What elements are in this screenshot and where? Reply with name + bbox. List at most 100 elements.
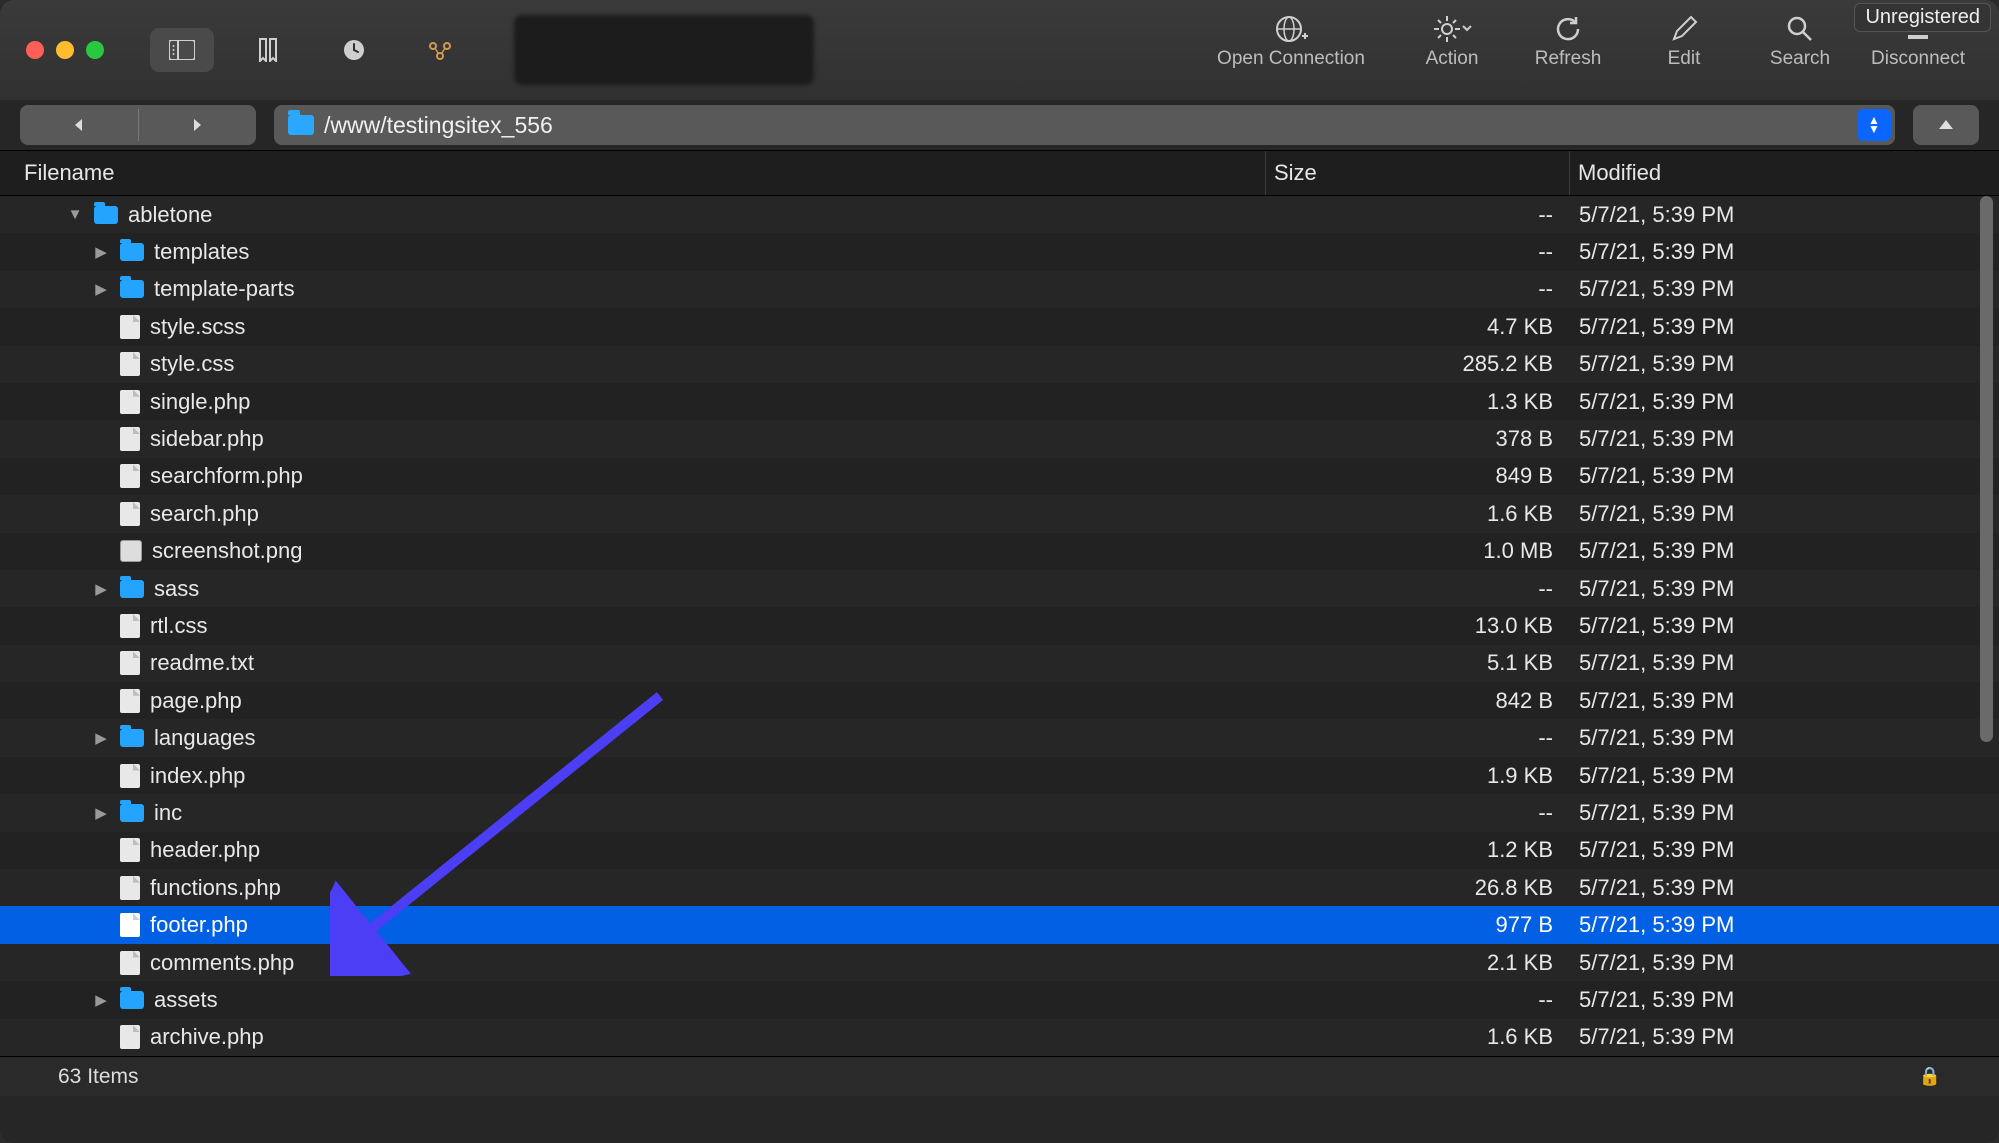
bookmarks-button[interactable] bbox=[236, 28, 300, 72]
open-connection-button[interactable]: Open Connection bbox=[1201, 14, 1381, 70]
file-name: assets bbox=[154, 987, 218, 1013]
file-row[interactable]: style.css285.2 KB5/7/21, 5:39 PM bbox=[0, 346, 1999, 383]
column-header-filename[interactable]: Filename bbox=[0, 160, 1265, 186]
file-row[interactable]: archive.php1.6 KB5/7/21, 5:39 PM bbox=[0, 1019, 1999, 1056]
action-label: Action bbox=[1426, 48, 1479, 70]
file-name: rtl.css bbox=[150, 613, 207, 639]
file-modified: 5/7/21, 5:39 PM bbox=[1569, 613, 1999, 639]
disclosure-triangle[interactable]: ▶ bbox=[92, 991, 110, 1009]
file-row[interactable]: functions.php26.8 KB5/7/21, 5:39 PM bbox=[0, 869, 1999, 906]
nav-forward-button[interactable] bbox=[138, 117, 256, 133]
sidebar-icon bbox=[169, 40, 195, 60]
close-window-button[interactable] bbox=[26, 41, 44, 59]
file-row[interactable]: ▶templates--5/7/21, 5:39 PM bbox=[0, 233, 1999, 270]
file-icon bbox=[120, 764, 140, 788]
file-row[interactable]: ▶template-parts--5/7/21, 5:39 PM bbox=[0, 271, 1999, 308]
file-row[interactable]: page.php842 B5/7/21, 5:39 PM bbox=[0, 682, 1999, 719]
file-size: -- bbox=[1265, 987, 1569, 1013]
file-icon bbox=[120, 838, 140, 862]
disclosure-triangle[interactable]: ▶ bbox=[92, 580, 110, 598]
folder-icon bbox=[288, 115, 314, 135]
refresh-button[interactable]: Refresh bbox=[1523, 14, 1613, 70]
folder-icon bbox=[120, 243, 144, 261]
search-button[interactable]: Search bbox=[1755, 14, 1845, 70]
action-menu-button[interactable]: Action bbox=[1407, 14, 1497, 70]
file-row[interactable]: header.php1.2 KB5/7/21, 5:39 PM bbox=[0, 832, 1999, 869]
file-row[interactable]: rtl.css13.0 KB5/7/21, 5:39 PM bbox=[0, 607, 1999, 644]
path-stepper[interactable]: ▲▼ bbox=[1857, 109, 1891, 141]
search-icon bbox=[1785, 14, 1815, 44]
bookmark-icon bbox=[257, 38, 279, 62]
file-row[interactable]: readme.txt5.1 KB5/7/21, 5:39 PM bbox=[0, 645, 1999, 682]
folder-icon bbox=[120, 991, 144, 1009]
file-name: comments.php bbox=[150, 950, 294, 976]
file-name: header.php bbox=[150, 837, 260, 863]
file-modified: 5/7/21, 5:39 PM bbox=[1569, 837, 1999, 863]
disclosure-triangle[interactable]: ▼ bbox=[66, 206, 84, 223]
go-up-button[interactable] bbox=[1913, 105, 1979, 145]
bonjour-button[interactable] bbox=[408, 28, 472, 72]
file-modified: 5/7/21, 5:39 PM bbox=[1569, 501, 1999, 527]
vertical-scrollbar[interactable] bbox=[1976, 196, 1996, 1054]
file-icon bbox=[120, 427, 140, 451]
file-row[interactable]: searchform.php849 B5/7/21, 5:39 PM bbox=[0, 458, 1999, 495]
file-row[interactable]: ▼abletone--5/7/21, 5:39 PM bbox=[0, 196, 1999, 233]
nav-back-button[interactable] bbox=[20, 117, 138, 133]
scrollbar-thumb[interactable] bbox=[1980, 196, 1993, 742]
triangle-up-icon bbox=[1937, 116, 1955, 134]
file-row[interactable]: ▶assets--5/7/21, 5:39 PM bbox=[0, 981, 1999, 1018]
disclosure-triangle[interactable]: ▶ bbox=[92, 280, 110, 298]
app-window: Unregistered Open C bbox=[0, 0, 1999, 1143]
item-count: 63 Items bbox=[58, 1065, 139, 1089]
edit-button[interactable]: Edit bbox=[1639, 14, 1729, 70]
zoom-window-button[interactable] bbox=[86, 41, 104, 59]
folder-icon bbox=[120, 280, 144, 298]
file-size: 977 B bbox=[1265, 912, 1569, 938]
file-size: -- bbox=[1265, 239, 1569, 265]
file-icon bbox=[120, 651, 140, 675]
file-name: style.scss bbox=[150, 314, 245, 340]
disclosure-triangle[interactable]: ▶ bbox=[92, 729, 110, 747]
disclosure-triangle[interactable]: ▶ bbox=[92, 804, 110, 822]
file-modified: 5/7/21, 5:39 PM bbox=[1569, 576, 1999, 602]
file-name: functions.php bbox=[150, 875, 281, 901]
file-modified: 5/7/21, 5:39 PM bbox=[1569, 725, 1999, 751]
minimize-window-button[interactable] bbox=[56, 41, 74, 59]
path-bar: /www/testingsitex_556 ▲▼ bbox=[0, 100, 1999, 150]
file-name: archive.php bbox=[150, 1024, 264, 1050]
file-modified: 5/7/21, 5:39 PM bbox=[1569, 389, 1999, 415]
file-row[interactable]: footer.php977 B5/7/21, 5:39 PM bbox=[0, 906, 1999, 943]
file-row[interactable]: style.scss4.7 KB5/7/21, 5:39 PM bbox=[0, 308, 1999, 345]
file-name: sidebar.php bbox=[150, 426, 264, 452]
file-size: 842 B bbox=[1265, 688, 1569, 714]
file-row[interactable]: single.php1.3 KB5/7/21, 5:39 PM bbox=[0, 383, 1999, 420]
sidebar-toggle-button[interactable] bbox=[150, 28, 214, 72]
disclosure-triangle[interactable]: ▶ bbox=[92, 243, 110, 261]
file-name: languages bbox=[154, 725, 256, 751]
file-icon bbox=[120, 502, 140, 526]
file-modified: 5/7/21, 5:39 PM bbox=[1569, 463, 1999, 489]
edit-label: Edit bbox=[1668, 48, 1701, 70]
column-header-modified[interactable]: Modified bbox=[1569, 151, 1999, 195]
column-header-size[interactable]: Size bbox=[1265, 151, 1569, 195]
file-size: -- bbox=[1265, 276, 1569, 302]
file-name: templates bbox=[154, 239, 249, 265]
file-row[interactable]: ▶inc--5/7/21, 5:39 PM bbox=[0, 794, 1999, 831]
file-name: template-parts bbox=[154, 276, 295, 302]
file-row[interactable]: search.php1.6 KB5/7/21, 5:39 PM bbox=[0, 495, 1999, 532]
file-size: 5.1 KB bbox=[1265, 650, 1569, 676]
folder-icon bbox=[120, 580, 144, 598]
history-button[interactable] bbox=[322, 28, 386, 72]
file-row[interactable]: ▶sass--5/7/21, 5:39 PM bbox=[0, 570, 1999, 607]
refresh-label: Refresh bbox=[1535, 48, 1602, 70]
file-row[interactable]: index.php1.9 KB5/7/21, 5:39 PM bbox=[0, 757, 1999, 794]
triangle-right-icon bbox=[189, 117, 205, 133]
file-row[interactable]: ▶languages--5/7/21, 5:39 PM bbox=[0, 719, 1999, 756]
file-row[interactable]: sidebar.php378 B5/7/21, 5:39 PM bbox=[0, 420, 1999, 457]
file-size: 1.0 MB bbox=[1265, 538, 1569, 564]
file-icon bbox=[120, 315, 140, 339]
disconnect-label: Disconnect bbox=[1871, 48, 1965, 70]
path-field[interactable]: /www/testingsitex_556 ▲▼ bbox=[274, 105, 1895, 145]
file-row[interactable]: comments.php2.1 KB5/7/21, 5:39 PM bbox=[0, 944, 1999, 981]
file-row[interactable]: screenshot.png1.0 MB5/7/21, 5:39 PM bbox=[0, 533, 1999, 570]
